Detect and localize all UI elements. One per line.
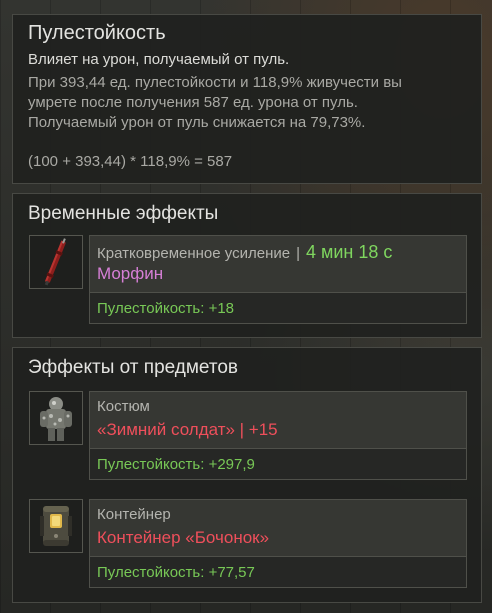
item-entry-container[interactable]: Контейнер Контейнер «Бочонок» Пулестойко…	[29, 499, 467, 588]
morphine-syringe-icon	[29, 235, 83, 289]
effect-info: Кратковременное усиление | 4 мин 18 с Морф…	[89, 235, 467, 293]
item-stat-value: Пулестойкость: +297,9	[97, 456, 255, 473]
effect-separator: |	[296, 245, 300, 262]
temporary-effects-panel: Временные эффекты Кратковременное усилен…	[12, 193, 482, 338]
item-name: Контейнер «Бочонок»	[97, 528, 270, 547]
effect-type-label: Кратковременное усиление	[97, 245, 291, 262]
item-info: Контейнер Контейнер «Бочонок»	[89, 499, 467, 557]
effect-timer: 4 мин 18 с	[305, 242, 393, 262]
item-stat-value: Пулестойкость: +77,57	[97, 564, 255, 581]
effect-stat: Пулестойкость: +18	[89, 292, 467, 324]
bullet-resistance-panel: Пулестойкость Влияет на урон, получаемый…	[12, 14, 482, 184]
details-line-3: Получаемый урон от пуль снижается на 79,…	[28, 114, 366, 131]
temporary-effects-title: Временные эффекты	[28, 203, 219, 224]
effect-entry-morphine[interactable]: Кратковременное усиление | 4 мин 18 с Морф…	[29, 235, 467, 324]
item-effects-title: Эффекты от предметов	[28, 357, 239, 378]
item-stat: Пулестойкость: +77,57	[89, 556, 467, 588]
bullet-resistance-summary: Влияет на урон, получаемый от пуль.	[28, 51, 290, 68]
details-line-2: умрете после получения 587 ед. урона от …	[28, 94, 358, 111]
barrel-container-icon	[29, 499, 83, 553]
item-info: Костюм «Зимний солдат» | +15	[89, 391, 467, 449]
winter-soldier-suit-icon	[29, 391, 83, 445]
item-type-label: Контейнер	[97, 506, 171, 523]
resistance-formula: (100 + 393,44) * 118,9% = 587	[28, 153, 233, 170]
effect-stat-value: Пулестойкость: +18	[97, 300, 235, 317]
item-effects-panel: Эффекты от предметов Костюм «Зимний солд…	[12, 347, 482, 603]
effect-name: Морфин	[97, 264, 164, 283]
bullet-resistance-details: При 393,44 ед. пулестойкости и 118,9% жи…	[28, 73, 473, 133]
item-stat: Пулестойкость: +297,9	[89, 448, 467, 480]
item-entry-suit[interactable]: Костюм «Зимний солдат» | +15 Пулестойкос…	[29, 391, 467, 480]
item-type-label: Костюм	[97, 398, 150, 415]
bullet-resistance-title: Пулестойкость	[28, 22, 166, 44]
details-line-1: При 393,44 ед. пулестойкости и 118,9% жи…	[28, 74, 402, 91]
item-name: «Зимний солдат» | +15	[97, 420, 278, 439]
